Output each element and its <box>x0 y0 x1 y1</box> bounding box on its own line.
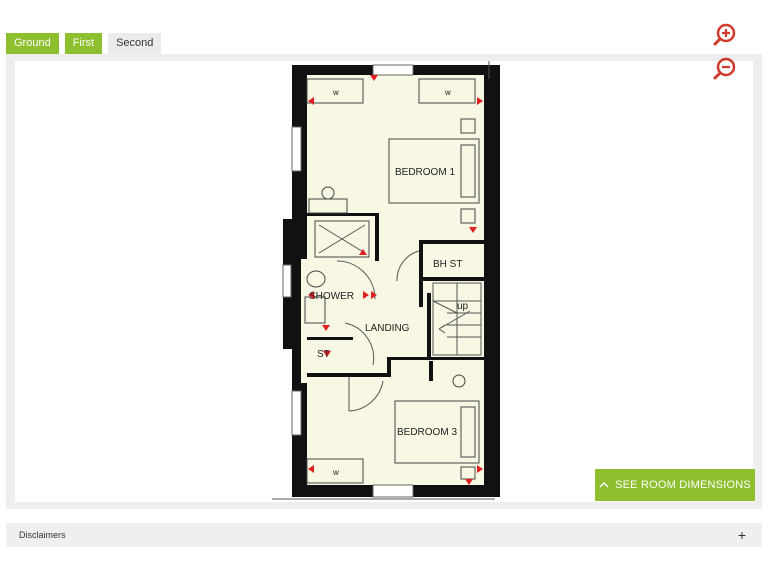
interior-wall <box>419 277 484 281</box>
window <box>372 64 414 76</box>
see-room-dimensions-button[interactable]: SEE ROOM DIMENSIONS <box>595 469 755 501</box>
room-label-shower: SHOWER <box>309 291 354 302</box>
interior-wall <box>429 361 433 381</box>
floor-tabs: Ground First Second <box>6 33 167 54</box>
zoom-in-icon[interactable] <box>712 22 738 48</box>
room-label-bh-st: BH ST <box>433 259 462 270</box>
disclaimers-accordion[interactable]: Disclaimers + <box>6 523 762 547</box>
chevron-up-icon <box>599 480 609 491</box>
wardrobe-mark: w <box>332 88 339 97</box>
room-label-bedroom-3: BEDROOM 3 <box>397 427 457 438</box>
floorplan-canvas[interactable]: w w w BEDROOM 1 BH ST SHOWER LANDING up … <box>15 61 753 502</box>
interior-wall <box>419 240 484 244</box>
room-label-st: ST <box>317 349 330 360</box>
wardrobe-mark: w <box>444 88 451 97</box>
tab-first[interactable]: First <box>64 33 103 54</box>
interior-wall <box>387 357 484 360</box>
window <box>291 126 302 172</box>
window <box>282 264 292 298</box>
window <box>291 390 302 436</box>
window <box>372 484 414 498</box>
room-label-landing: LANDING <box>365 323 410 334</box>
room-label-bedroom-1: BEDROOM 1 <box>395 167 455 178</box>
see-room-dimensions-label: SEE ROOM DIMENSIONS <box>615 479 751 491</box>
zoom-out-icon[interactable] <box>712 56 738 82</box>
interior-wall <box>375 213 379 261</box>
floorplan-drawing: w w w BEDROOM 1 BH ST SHOWER LANDING up … <box>272 61 500 500</box>
stairs-up-label: up <box>457 301 469 312</box>
disclaimers-label: Disclaimers <box>19 530 66 540</box>
wardrobe-mark: w <box>332 468 339 477</box>
interior-wall <box>307 373 387 377</box>
interior-wall <box>307 337 353 340</box>
tab-second[interactable]: Second <box>108 33 162 54</box>
floorplan-panel: w w w BEDROOM 1 BH ST SHOWER LANDING up … <box>6 54 762 509</box>
interior-wall <box>419 277 423 307</box>
tab-ground[interactable]: Ground <box>6 33 59 54</box>
interior-wall <box>427 293 431 357</box>
interior-wall <box>419 240 423 280</box>
expand-plus-icon[interactable]: + <box>738 528 746 542</box>
